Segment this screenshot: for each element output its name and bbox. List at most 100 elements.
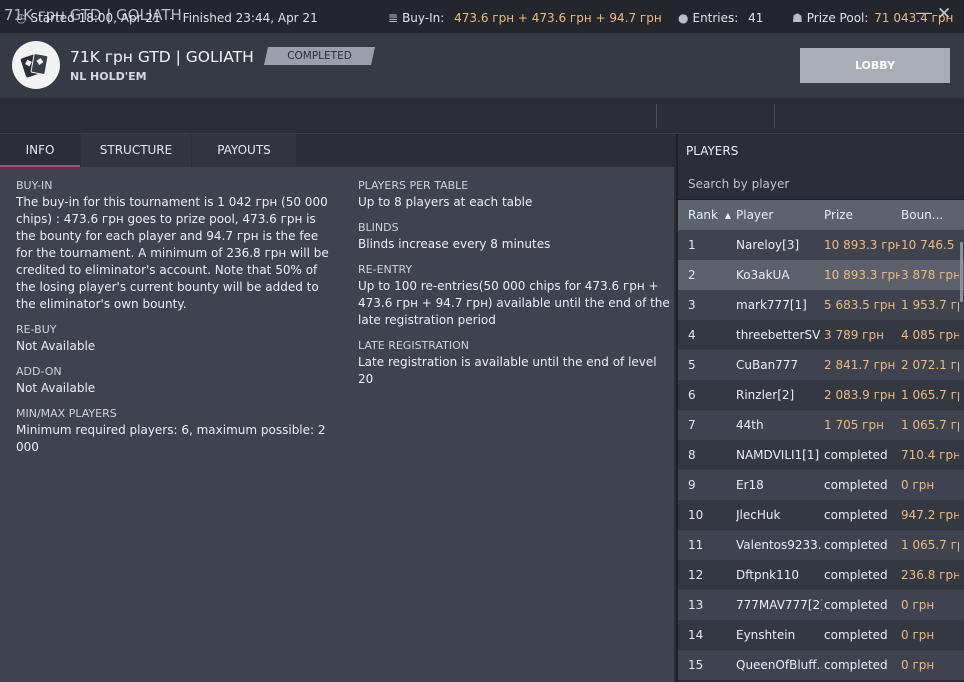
- section-text: Not Available: [16, 381, 96, 395]
- clock-icon: ◷: [16, 11, 27, 25]
- table-row[interactable]: 3 mark777[1] 5 683.5 грн 1 953.7 грн: [678, 290, 964, 320]
- player-cell: 777MAV777[2]: [736, 598, 822, 612]
- rank-cell: 1: [688, 238, 696, 252]
- table-row[interactable]: 9 Er18 completed 0 грн: [678, 470, 964, 500]
- table-row[interactable]: 13 777MAV777[2] completed 0 грн: [678, 590, 964, 620]
- player-cell: Dftpnk110: [736, 568, 800, 582]
- buyin-info: ≣ Buy-In: 473.6 грн + 473.6 грн + 94.7 гр…: [388, 11, 662, 25]
- bounty-cell: 3 878 грн: [901, 268, 959, 282]
- table-row[interactable]: 8 NAMDVILI1[1] completed 710.4 грн: [678, 440, 964, 470]
- prize-cell: 2 083.9 грн: [824, 388, 896, 402]
- prize-cell: 2 841.7 грн: [824, 358, 896, 372]
- buyin-section: BUY-IN The buy-in for this tournament is…: [16, 179, 336, 313]
- column-rank-label: Rank: [688, 208, 718, 222]
- started-time: Started 18:00, Apr 21: [30, 11, 161, 25]
- prize-cell: completed: [824, 508, 888, 522]
- section-label: RE-BUY: [16, 323, 57, 336]
- player-cell: 44th: [736, 418, 764, 432]
- table-row[interactable]: 11 Valentos9233...completed 1 065.7 грн: [678, 530, 964, 560]
- prize-cell: completed: [824, 538, 888, 552]
- addon-section: ADD-ON Not Available: [16, 365, 336, 397]
- player-cell: Ko3akUA: [736, 268, 790, 282]
- scrollbar-thumb[interactable]: [960, 242, 963, 302]
- section-text: Late registration is available until the…: [358, 355, 657, 386]
- tab-payouts[interactable]: PAYOUTS: [192, 134, 296, 167]
- prize-cell: completed: [824, 658, 888, 672]
- rank-cell: 15: [688, 658, 704, 672]
- section-text: Not Available: [16, 339, 96, 353]
- minmax-section: MIN/MAX PLAYERS Minimum required players…: [16, 407, 346, 456]
- table-row[interactable]: 7 44th 1 705 грн 1 065.7 грн: [678, 410, 964, 440]
- lobby-button[interactable]: LOBBY: [800, 48, 950, 83]
- buyin-label: Buy-In:: [402, 11, 445, 25]
- rank-cell: 5: [688, 358, 696, 372]
- search-player-input[interactable]: [678, 168, 964, 200]
- section-label: BUY-IN: [16, 179, 53, 192]
- section-text: The buy-in for this tournament is 1 042 …: [16, 195, 329, 311]
- entries-label: Entries:: [692, 11, 739, 25]
- game-type: NL HOLD'EM: [70, 70, 147, 83]
- bounty-cell: 1 065.7 грн: [901, 538, 959, 552]
- tab-info[interactable]: INFO: [0, 134, 80, 167]
- column-prize[interactable]: Prize: [824, 208, 853, 222]
- prize-cell: 10 893.3 грн: [824, 238, 900, 252]
- info-content: BUY-IN The buy-in for this tournament is…: [0, 167, 674, 682]
- player-cell: QueenOfBluff...: [736, 658, 822, 672]
- per-table-section: PLAYERS PER TABLE Up to 8 players at eac…: [358, 179, 668, 211]
- prize-cell: 5 683.5 грн: [824, 298, 896, 312]
- section-label: PLAYERS PER TABLE: [358, 179, 469, 192]
- reentry-section: RE-ENTRY Up to 100 re-entries(50 000 chi…: [358, 263, 670, 329]
- rank-cell: 12: [688, 568, 704, 582]
- sort-ascending-icon: ▲: [724, 211, 731, 220]
- table-row[interactable]: 1 Nareloy[3] 10 893.3 грн10 746.5 грн: [678, 230, 964, 260]
- prize-cell: completed: [824, 448, 888, 462]
- section-text: Up to 100 re-entries(50 000 chips for 47…: [358, 279, 670, 327]
- entries-info: ● Entries: 41: [678, 11, 763, 25]
- time-separator: -: [169, 11, 174, 25]
- players-panel: PLAYERS Rank ▲ Player Prize Boun... 1 Nar…: [676, 134, 964, 682]
- rebuy-section: RE-BUY Not Available: [16, 323, 336, 355]
- buyin-value: 473.6 грн + 473.6 грн + 94.7 грн: [454, 11, 662, 25]
- rank-cell: 11: [688, 538, 704, 552]
- table-row[interactable]: 6 Rinzler[2] 2 083.9 грн 1 065.7 грн: [678, 380, 964, 410]
- late-reg-section: LATE REGISTRATION Late registration is a…: [358, 339, 670, 388]
- table-row[interactable]: 12 Dftpnk110 completed 236.8 грн: [678, 560, 964, 590]
- bounty-cell: 1 065.7 грн: [901, 418, 959, 432]
- players-title: PLAYERS: [686, 144, 739, 158]
- table-row[interactable]: 2 Ko3akUA 10 893.3 грн 3 878 грн: [678, 260, 964, 290]
- prizepool-value: 71 043.4 грн: [874, 11, 954, 25]
- bounty-cell: 0 грн: [901, 478, 935, 492]
- section-label: ADD-ON: [16, 365, 62, 378]
- rank-cell: 4: [688, 328, 696, 342]
- player-cell: JlecHuk: [736, 508, 781, 522]
- column-bounty[interactable]: Boun...: [901, 208, 943, 222]
- tab-structure[interactable]: STRUCTURE: [81, 134, 191, 167]
- table-row[interactable]: 15 QueenOfBluff... completed 0 грн: [678, 650, 964, 680]
- rank-cell: 10: [688, 508, 704, 522]
- table-row[interactable]: 14 Eynshtein completed 0 грн: [678, 620, 964, 650]
- trophy-icon: ☗: [792, 11, 803, 25]
- section-text: Blinds increase every 8 minutes: [358, 237, 551, 251]
- bounty-cell: 0 грн: [901, 628, 935, 642]
- tournament-title: 71K грн GTD | GOLIATH: [70, 48, 254, 66]
- table-row[interactable]: 10 JlecHuk completed 947.2 грн: [678, 500, 964, 530]
- info-bar: [0, 98, 964, 134]
- bounty-cell: 1 065.7 грн: [901, 388, 959, 402]
- section-label: LATE REGISTRATION: [358, 339, 469, 352]
- rank-cell: 3: [688, 298, 696, 312]
- column-rank[interactable]: Rank ▲: [688, 208, 731, 222]
- prizepool-info: ☗ Prize Pool: 71 043.4 грн: [792, 11, 953, 25]
- table-row[interactable]: 4 threebetterSV 3 789 грн 4 085 грн: [678, 320, 964, 350]
- bounty-cell: 4 085 грн: [901, 328, 959, 342]
- table-row[interactable]: 5 CuBan777 2 841.7 грн 2 072.1 грн: [678, 350, 964, 380]
- user-icon: ●: [678, 11, 689, 25]
- status-badge: COMPLETED: [264, 47, 375, 65]
- prize-cell: 1 705 грн: [824, 418, 884, 432]
- column-player[interactable]: Player: [736, 208, 773, 222]
- section-text: Minimum required players: 6, maximum pos…: [16, 423, 326, 454]
- bounty-cell: 1 953.7 грн: [901, 298, 959, 312]
- rank-cell: 8: [688, 448, 696, 462]
- player-cell: Eynshtein: [736, 628, 796, 642]
- player-cell: CuBan777: [736, 358, 799, 372]
- player-cell: threebetterSV: [736, 328, 821, 342]
